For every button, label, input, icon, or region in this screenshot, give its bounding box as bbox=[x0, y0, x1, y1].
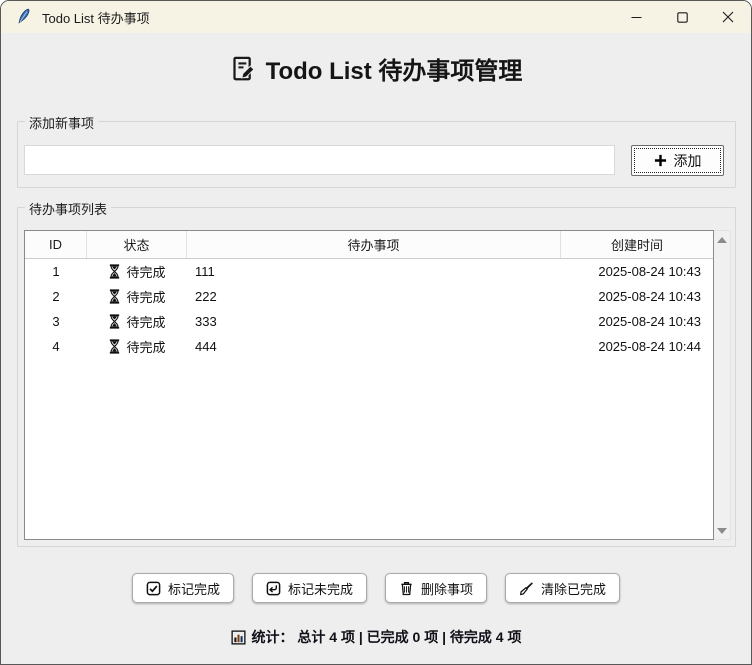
table-header-row: ID 状态 待办事项 创建时间 bbox=[25, 231, 713, 259]
delete-item-label: 删除事项 bbox=[421, 581, 474, 597]
checkbox-checked-icon bbox=[146, 581, 161, 595]
mark-done-button[interactable]: 标记完成 bbox=[131, 573, 234, 603]
cell-task: 444 bbox=[195, 339, 217, 354]
todo-table: ID 状态 待办事项 创建时间 1 待完成 111 2025-08-24 10:… bbox=[24, 230, 714, 540]
add-item-frame: 添加新事项 添加 bbox=[17, 113, 736, 188]
maximize-button[interactable] bbox=[659, 1, 705, 33]
status-label: 待完成 bbox=[126, 290, 166, 305]
clear-completed-label: 清除已完成 bbox=[541, 581, 607, 597]
cell-created: 2025-08-24 10:43 bbox=[598, 264, 701, 279]
add-frame-label: 添加新事项 bbox=[25, 113, 99, 132]
window-controls bbox=[613, 1, 751, 33]
hourglass-icon bbox=[110, 289, 120, 304]
table-row[interactable]: 3 待完成 333 2025-08-24 10:43 bbox=[25, 309, 713, 334]
memo-icon bbox=[232, 56, 255, 81]
status-label: 待完成 bbox=[126, 340, 166, 355]
table-row[interactable]: 1 待完成 111 2025-08-24 10:43 bbox=[25, 259, 713, 284]
bar-chart-icon bbox=[230, 629, 246, 645]
add-button[interactable]: 添加 bbox=[631, 145, 724, 176]
close-button[interactable] bbox=[705, 1, 751, 33]
statistics-text: 统计： 总计 4 项 | 已完成 0 项 | 待完成 4 项 bbox=[251, 629, 522, 645]
clear-completed-button[interactable]: 清除已完成 bbox=[505, 573, 621, 603]
scroll-up-icon[interactable] bbox=[714, 231, 731, 248]
cell-status: 待完成 bbox=[87, 334, 187, 359]
column-header-task[interactable]: 待办事项 bbox=[187, 231, 561, 258]
column-header-created[interactable]: 创建时间 bbox=[561, 231, 713, 258]
status-label: 待完成 bbox=[126, 315, 166, 330]
todo-list-frame: 待办事项列表 ID 状态 待办事项 创建时间 1 待完成 111 2025-08… bbox=[17, 199, 736, 547]
cell-task: 111 bbox=[195, 264, 215, 279]
cell-status: 待完成 bbox=[87, 284, 187, 309]
cell-created: 2025-08-24 10:43 bbox=[598, 289, 701, 304]
cell-created: 2025-08-24 10:43 bbox=[598, 314, 701, 329]
vertical-scrollbar[interactable] bbox=[714, 230, 731, 540]
cell-id: 4 bbox=[52, 339, 60, 354]
window-title: Todo List 待办事项 bbox=[42, 10, 150, 26]
minimize-button[interactable] bbox=[613, 1, 659, 33]
app-window: Todo List 待办事项 Todo List 待办事项管理 添加新事项 添加… bbox=[0, 0, 752, 665]
page-title: Todo List 待办事项管理 bbox=[1, 51, 751, 86]
hourglass-icon bbox=[110, 339, 120, 354]
mark-undone-label: 标记未完成 bbox=[287, 581, 353, 597]
list-frame-label: 待办事项列表 bbox=[25, 199, 112, 218]
cell-id: 1 bbox=[52, 264, 60, 279]
table-row[interactable]: 2 待完成 222 2025-08-24 10:43 bbox=[25, 284, 713, 309]
trash-icon bbox=[401, 581, 412, 595]
todo-table-wrap: ID 状态 待办事项 创建时间 1 待完成 111 2025-08-24 10:… bbox=[24, 230, 731, 540]
cell-task: 333 bbox=[195, 314, 217, 329]
table-row[interactable]: 4 待完成 444 2025-08-24 10:44 bbox=[25, 334, 713, 359]
hourglass-icon bbox=[110, 314, 120, 329]
cell-task: 222 bbox=[195, 289, 217, 304]
add-button-label: 添加 bbox=[673, 152, 702, 169]
scroll-down-icon[interactable] bbox=[714, 522, 731, 539]
status-label: 待完成 bbox=[126, 265, 166, 280]
page-title-text: Todo List 待办事项管理 bbox=[265, 58, 523, 85]
cell-id: 3 bbox=[52, 314, 60, 329]
statistics-bar: 统计： 总计 4 项 | 已完成 0 项 | 待完成 4 项 bbox=[1, 627, 751, 647]
cell-status: 待完成 bbox=[87, 259, 187, 284]
cell-id: 2 bbox=[52, 289, 60, 304]
mark-done-label: 标记完成 bbox=[167, 581, 220, 597]
cell-status: 待完成 bbox=[87, 309, 187, 334]
cell-created: 2025-08-24 10:44 bbox=[598, 339, 701, 354]
hourglass-icon bbox=[110, 264, 120, 279]
title-bar: Todo List 待办事项 bbox=[1, 1, 751, 33]
return-arrow-icon bbox=[266, 581, 281, 595]
column-header-id[interactable]: ID bbox=[25, 231, 87, 258]
action-button-row: 标记完成 标记未完成 删除事项 清除已完成 bbox=[1, 573, 751, 603]
plus-icon bbox=[654, 154, 666, 167]
tk-feather-icon bbox=[18, 8, 30, 24]
new-todo-input[interactable] bbox=[24, 145, 615, 175]
column-header-status[interactable]: 状态 bbox=[87, 231, 187, 258]
delete-item-button[interactable]: 删除事项 bbox=[385, 573, 488, 603]
mark-undone-button[interactable]: 标记未完成 bbox=[251, 573, 367, 603]
broom-icon bbox=[519, 581, 533, 595]
main-content: Todo List 待办事项管理 添加新事项 添加 待办事项列表 ID 状态 待… bbox=[1, 33, 751, 664]
